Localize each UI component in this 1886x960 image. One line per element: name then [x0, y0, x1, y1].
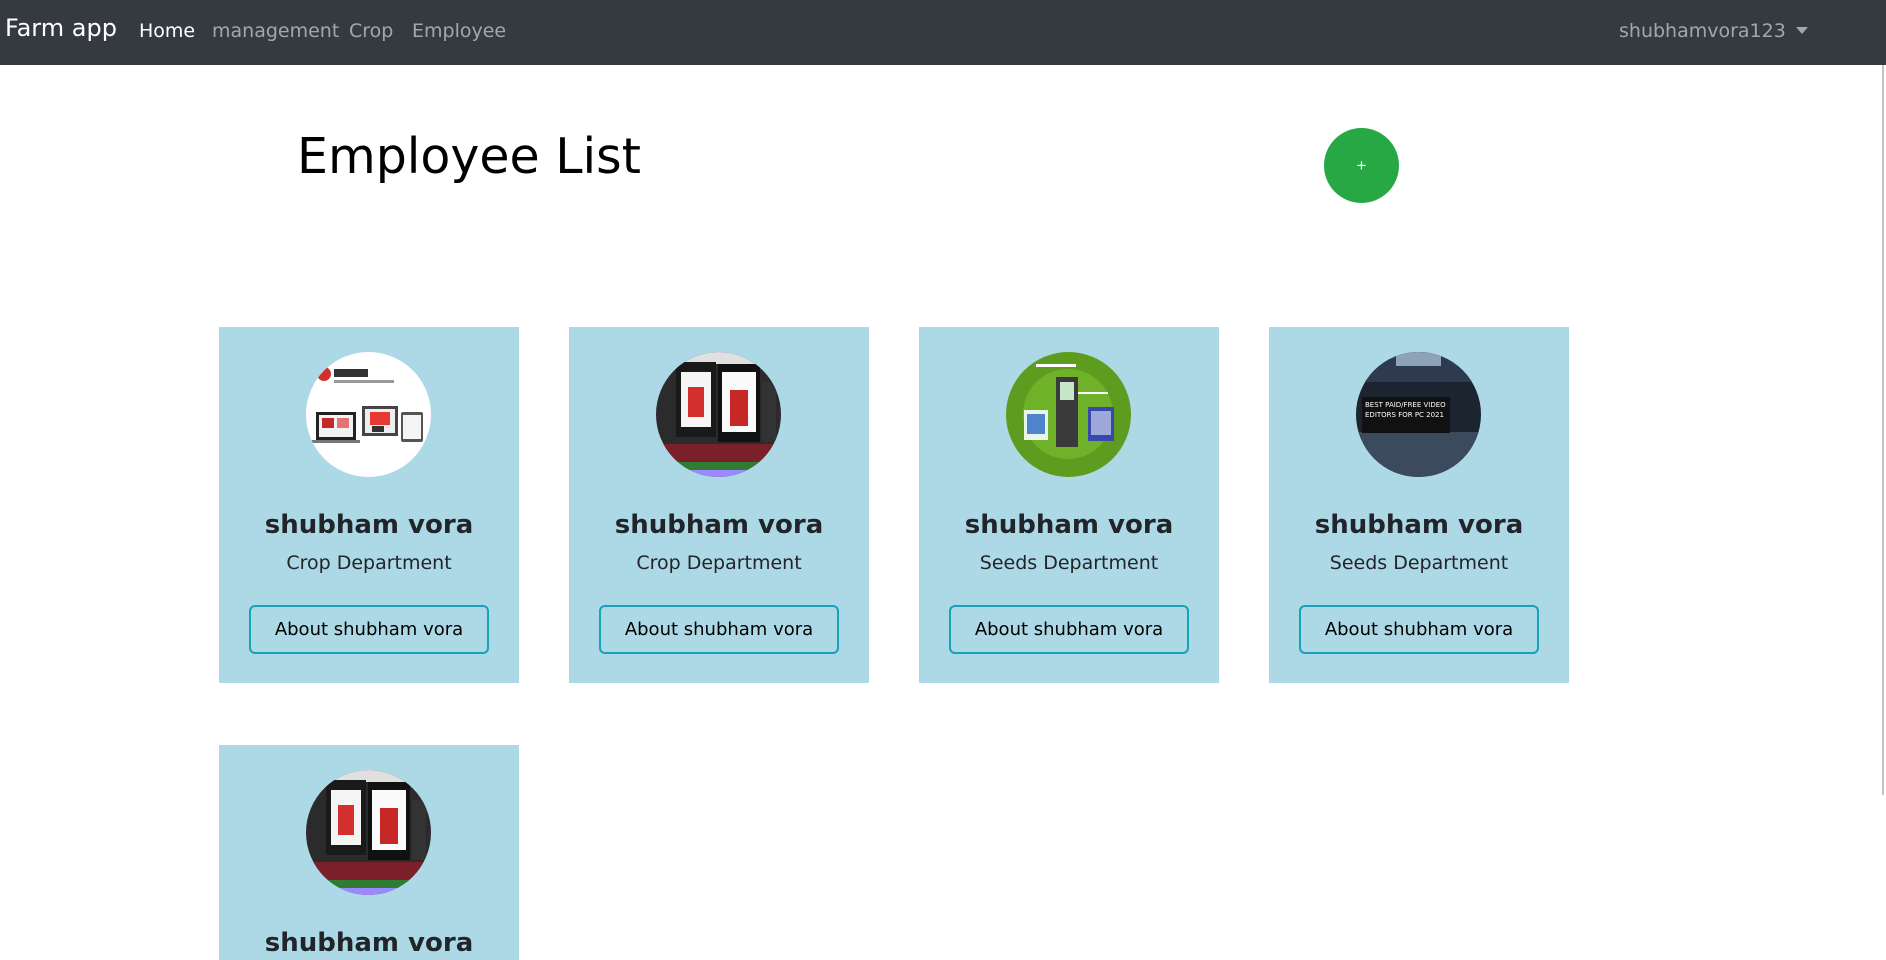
- employee-name: shubham vora: [264, 510, 474, 540]
- employee-department: Seeds Department: [979, 552, 1159, 574]
- navbar-brand[interactable]: Farm app: [5, 14, 117, 42]
- employee-card: shubham vora Seeds Department About shub…: [919, 327, 1219, 683]
- about-employee-button[interactable]: About shubham vora: [1299, 605, 1539, 654]
- employee-card: shubham vora Crop Department About shubh…: [219, 327, 519, 683]
- nav-link-employee[interactable]: Employee: [412, 20, 506, 42]
- employee-department: Crop Department: [636, 552, 802, 574]
- employee-name: shubham vora: [1314, 510, 1524, 540]
- add-employee-button[interactable]: +: [1324, 128, 1399, 203]
- employee-avatar: [306, 770, 431, 895]
- user-name: shubhamvora123: [1619, 20, 1786, 42]
- employee-card: BEST PAID/FREE VIDEO EDITORS FOR PC 2021…: [1269, 327, 1569, 683]
- employee-card: shubham vora Crop Department About shubh…: [569, 327, 869, 683]
- page-title: Employee List: [297, 128, 641, 185]
- employee-name: shubham vora: [614, 510, 824, 540]
- caret-down-icon: [1795, 27, 1808, 34]
- about-employee-button[interactable]: About shubham vora: [949, 605, 1189, 654]
- about-employee-button[interactable]: About shubham vora: [249, 605, 489, 654]
- nav-link-management[interactable]: management: [212, 20, 339, 42]
- navbar: Farm app Home management Crop Employee s…: [0, 0, 1886, 65]
- employee-avatar: BEST PAID/FREE VIDEO EDITORS FOR PC 2021: [1356, 352, 1481, 477]
- employee-department: Crop Department: [286, 552, 452, 574]
- employee-avatar: [306, 352, 431, 477]
- employee-avatar: [656, 352, 781, 477]
- employee-card: shubham vora: [219, 745, 519, 960]
- nav-link-crop[interactable]: Crop: [349, 20, 393, 42]
- user-dropdown[interactable]: shubhamvora123: [1619, 20, 1808, 42]
- scrollbar[interactable]: [1882, 65, 1884, 795]
- avatar-caption: BEST PAID/FREE VIDEO EDITORS FOR PC 2021: [1365, 401, 1446, 419]
- nav-link-home[interactable]: Home: [139, 20, 195, 42]
- employee-department: Seeds Department: [1329, 552, 1509, 574]
- employee-avatar: [1006, 352, 1131, 477]
- employee-name: shubham vora: [964, 510, 1174, 540]
- employee-name: shubham vora: [264, 928, 474, 958]
- about-employee-button[interactable]: About shubham vora: [599, 605, 839, 654]
